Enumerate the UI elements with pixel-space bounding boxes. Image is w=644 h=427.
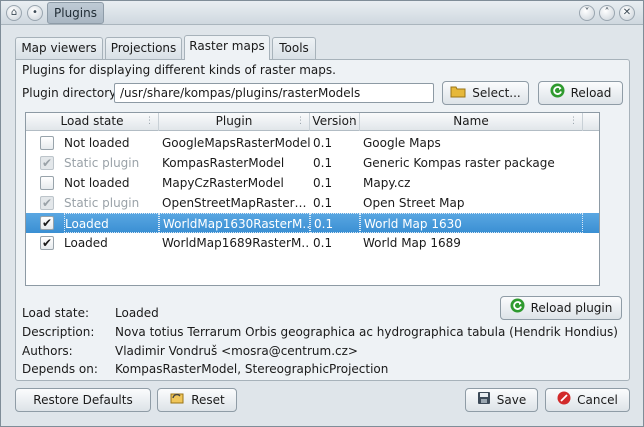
plugin-directory-label: Plugin directory: (22, 86, 120, 100)
cancel-label: Cancel (577, 393, 618, 407)
column-handle-icon: ⋮ (145, 116, 154, 126)
save-label: Save (496, 393, 527, 407)
table-row[interactable]: ✔ Static plugin OpenStreetMapRaster… 0.1 Ope… (26, 193, 599, 213)
load-checkbox[interactable] (40, 136, 54, 150)
name-cell: Open Street Map (363, 196, 465, 210)
load-state-cell: Loaded (64, 213, 159, 233)
save-icon (477, 390, 491, 412)
title-bar: ⌂ • Plugins ˅ ˄ ✕ (1, 1, 643, 25)
description-value: Nova totius Terrarum Orbis geographica a… (115, 325, 618, 339)
version-cell: 0.1 (313, 196, 333, 210)
version-cell: 0.1 (313, 136, 333, 150)
restore-defaults-button[interactable]: Restore Defaults (15, 388, 151, 412)
tab-tools[interactable]: Tools (272, 37, 316, 59)
load-state-cell: Static plugin (64, 156, 140, 170)
plugin-table: Load state ⋮ Plugin ⋮ Version ⋮ Name ⋮ N… (25, 112, 600, 286)
load-state-cell: Static plugin (64, 196, 140, 210)
reset-button[interactable]: Reset (157, 388, 237, 412)
load-checkbox[interactable]: ✔ (40, 216, 54, 230)
reset-icon (169, 390, 185, 412)
folder-icon (450, 83, 466, 105)
reload-icon (550, 83, 565, 105)
column-header-load-state[interactable]: Load state ⋮ (26, 113, 159, 131)
pane-description: Plugins for displaying different kinds o… (22, 63, 336, 77)
name-cell: Mapy.cz (363, 176, 411, 190)
reset-label: Reset (191, 393, 225, 407)
version-cell: 0.1 (313, 156, 333, 170)
depends-on-value: KompasRasterModel, StereographicProjecti… (115, 362, 389, 376)
table-row[interactable]: ✔ Loaded WorldMap1630RasterM… 0.1 World Map … (26, 213, 599, 233)
tab-projections[interactable]: Projections (105, 37, 182, 59)
load-state-label: Load state: (22, 306, 90, 320)
column-header-name[interactable]: Name ⋮ (360, 113, 583, 131)
column-header-label: Name (453, 114, 489, 128)
name-cell: World Map 1630 (360, 213, 583, 233)
save-button[interactable]: Save (465, 388, 538, 412)
reload-plugin-label: Reload plugin (530, 301, 613, 315)
load-state-value: Loaded (115, 306, 159, 320)
column-header-label: Load state (60, 114, 124, 128)
version-cell: 0.1 (310, 213, 360, 233)
select-button[interactable]: Select... (442, 81, 529, 105)
table-row[interactable]: Not loaded GoogleMapsRasterModel 0.1 Google… (26, 133, 599, 153)
load-state-cell: Not loaded (64, 176, 130, 190)
column-header-label: Plugin (215, 114, 253, 128)
table-row[interactable]: Not loaded MapyCzRasterModel 0.1 Mapy.cz (26, 173, 599, 193)
plugin-cell: WorldMap1689RasterM… (162, 236, 310, 250)
name-cell: Google Maps (363, 136, 441, 150)
reload-button-label: Reload (570, 86, 612, 100)
window-menu-icon[interactable]: ⌂ (6, 5, 22, 21)
reload-plugin-button[interactable]: Reload plugin (500, 296, 622, 320)
minimize-icon[interactable]: ˅ (579, 5, 595, 21)
column-header-version[interactable]: Version ⋮ (310, 113, 360, 131)
reload-icon (510, 298, 525, 320)
plugin-cell: GoogleMapsRasterModel (162, 136, 310, 150)
column-header-plugin[interactable]: Plugin ⋮ (159, 113, 310, 131)
load-checkbox: ✔ (40, 196, 54, 210)
name-cell: Generic Kompas raster package (363, 156, 555, 170)
plugin-cell: WorldMap1630RasterM… (159, 213, 310, 233)
description-label: Description: (22, 325, 95, 339)
pin-icon[interactable]: • (27, 5, 43, 21)
reload-button[interactable]: Reload (538, 81, 623, 105)
load-state-cell: Loaded (64, 236, 108, 250)
tab-raster-maps[interactable]: Raster maps (184, 35, 270, 60)
close-icon[interactable]: ✕ (619, 5, 635, 21)
column-handle-icon: ⋮ (346, 116, 355, 126)
plugin-cell: OpenStreetMapRaster… (162, 196, 307, 210)
window-title: Plugins (47, 2, 104, 24)
version-cell: 0.1 (313, 236, 333, 250)
load-checkbox: ✔ (40, 156, 54, 170)
plugin-cell: KompasRasterModel (162, 156, 285, 170)
depends-on-label: Depends on: (22, 362, 98, 376)
authors-value: Vladimir Vondruš <mosra@centrum.cz> (115, 344, 358, 358)
load-checkbox[interactable]: ✔ (40, 236, 54, 250)
table-row[interactable]: ✔ Static plugin KompasRasterModel 0.1 Generi… (26, 153, 599, 173)
version-cell: 0.1 (313, 176, 333, 190)
column-handle-icon: ⋮ (569, 116, 578, 126)
table-row[interactable]: ✔ Loaded WorldMap1689RasterM… 0.1 World Map … (26, 233, 599, 253)
select-button-label: Select... (472, 86, 521, 100)
plugin-directory-input[interactable]: /usr/share/kompas/plugins/rasterModels (114, 83, 434, 103)
plugins-window: ⌂ • Plugins ˅ ˄ ✕ Map viewers Projection… (0, 0, 644, 427)
authors-label: Authors: (22, 344, 73, 358)
column-handle-icon: ⋮ (296, 116, 305, 126)
cancel-icon (557, 390, 571, 412)
cancel-button[interactable]: Cancel (545, 388, 630, 412)
restore-defaults-label: Restore Defaults (33, 393, 133, 407)
table-header: Load state ⋮ Plugin ⋮ Version ⋮ Name ⋮ (26, 113, 599, 131)
load-state-cell: Not loaded (64, 136, 130, 150)
load-checkbox[interactable] (40, 176, 54, 190)
tab-map-viewers[interactable]: Map viewers (15, 37, 103, 59)
plugin-cell: MapyCzRasterModel (162, 176, 284, 190)
name-cell: World Map 1689 (363, 236, 461, 250)
maximize-icon[interactable]: ˄ (599, 5, 615, 21)
